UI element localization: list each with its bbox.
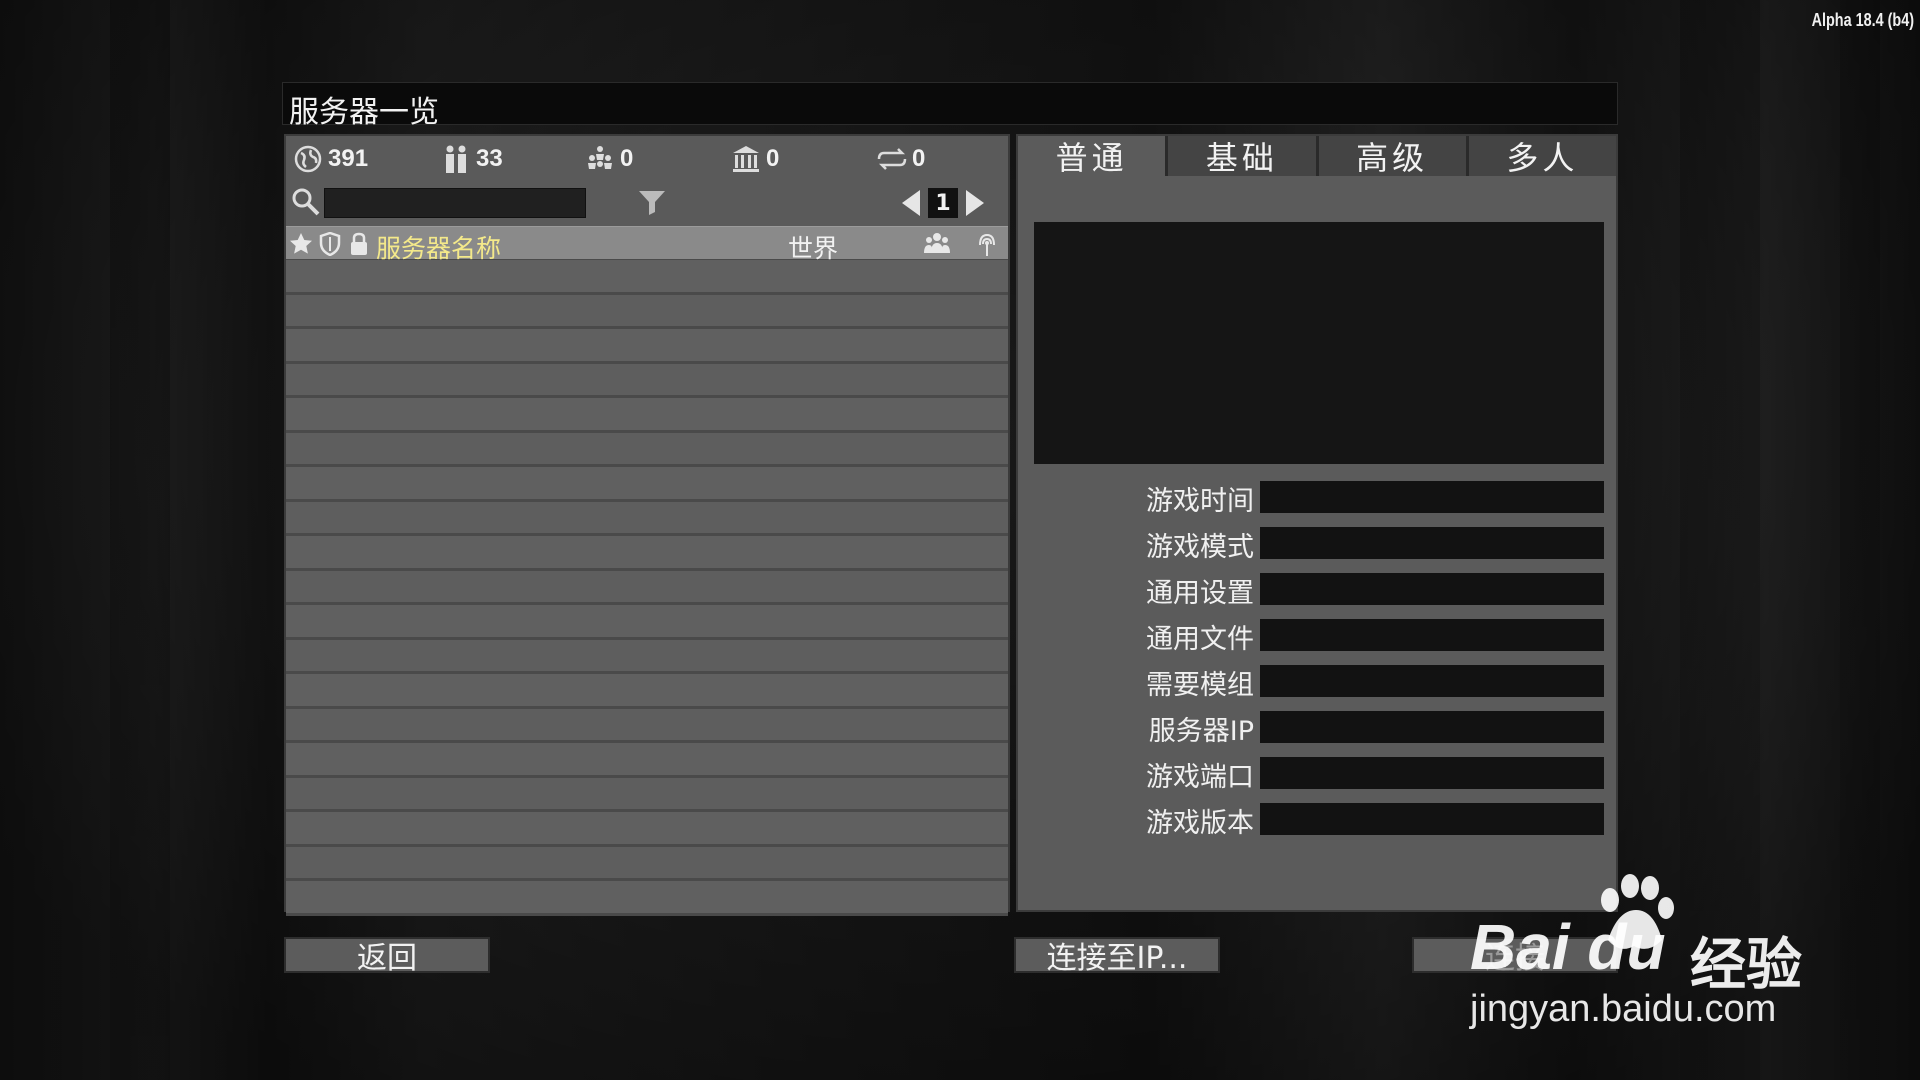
next-page-button[interactable]: [962, 188, 988, 218]
tree-trunk-decoration: [110, 0, 170, 1080]
tab-general[interactable]: 普通: [1018, 136, 1166, 177]
table-row[interactable]: [286, 605, 1008, 640]
table-row[interactable]: [286, 708, 1008, 743]
baidu-brand: Bai du: [1470, 911, 1666, 983]
server-list-panel: 391 33 0 0 0 1 服务器名称 世界: [284, 134, 1010, 916]
stat-value: 391: [328, 145, 369, 172]
info-row-required-mods: 需要模组: [1018, 660, 1616, 706]
baidu-url: jingyan.baidu.com: [1470, 988, 1777, 1030]
info-rows: 游戏时间 游戏模式 通用设置 通用文件 需要模组 服务器IP 游戏端口 游戏版本: [1018, 476, 1616, 844]
info-value: [1260, 711, 1604, 743]
table-row[interactable]: [286, 674, 1008, 709]
info-value: [1260, 573, 1604, 605]
window-title-bar: 服务器一览: [282, 82, 1618, 130]
info-row-game-mode: 游戏模式: [1018, 522, 1616, 568]
tab-multiplayer[interactable]: 多人: [1468, 136, 1616, 177]
table-row[interactable]: [286, 743, 1008, 778]
stat-bank: 0: [730, 144, 779, 174]
transfer-icon: [876, 143, 908, 175]
tab-bar: 普通 基础 高级 多人: [1018, 136, 1616, 177]
info-label: 游戏端口: [1146, 762, 1254, 793]
info-value: [1260, 481, 1604, 513]
info-value: [1260, 527, 1604, 559]
server-preview-image: [1034, 222, 1604, 464]
info-value: [1260, 803, 1604, 835]
info-label: 通用设置: [1146, 578, 1254, 609]
info-value: [1260, 757, 1604, 789]
group-icon: [584, 143, 616, 175]
server-info-panel: 普通 基础 高级 多人 游戏时间 游戏模式 通用设置 通用文件 需要模组 服务器…: [1016, 134, 1618, 912]
search-row: 1: [286, 182, 1008, 222]
table-row[interactable]: [286, 398, 1008, 433]
shield-icon[interactable]: [317, 231, 342, 257]
connect-to-ip-button[interactable]: 连接至IP...: [1014, 937, 1220, 976]
table-row[interactable]: [286, 467, 1008, 502]
stat-value: 0: [620, 145, 634, 172]
table-row[interactable]: [286, 777, 1008, 812]
info-label: 游戏模式: [1146, 532, 1254, 563]
stat-value: 0: [912, 145, 926, 172]
stat-transfer: 0: [876, 144, 925, 174]
info-row-game-port: 游戏端口: [1018, 752, 1616, 798]
table-row[interactable]: [286, 329, 1008, 364]
table-row[interactable]: [286, 881, 1008, 916]
header-icons: [288, 231, 371, 257]
page-number: 1: [928, 188, 958, 218]
search-icon: [290, 186, 322, 218]
table-row[interactable]: [286, 639, 1008, 674]
info-row-game-time: 游戏时间: [1018, 476, 1616, 522]
globe-icon: [292, 143, 324, 175]
tree-trunk-decoration: [1840, 0, 1880, 1080]
search-input[interactable]: [324, 188, 586, 218]
tab-basic[interactable]: 基础: [1168, 136, 1316, 177]
stat-total-servers: 391: [292, 144, 368, 174]
window-title: 服务器一览: [289, 95, 439, 130]
filter-icon[interactable]: [636, 186, 668, 218]
table-row[interactable]: [286, 260, 1008, 295]
stat-value: 33: [476, 145, 503, 172]
pager: 1: [898, 188, 988, 218]
back-button[interactable]: 返回: [284, 937, 490, 976]
info-label: 通用文件: [1146, 624, 1254, 655]
baidu-watermark: Bai du 经验 jingyan.baidu.com: [1470, 870, 1830, 1040]
stat-players: 33: [440, 144, 503, 174]
column-ping-icon[interactable]: [972, 231, 1002, 257]
stats-bar: 391 33 0 0 0: [286, 136, 1008, 182]
table-row[interactable]: [286, 501, 1008, 536]
favorite-star-icon[interactable]: [288, 231, 313, 257]
stat-groups: 0: [584, 144, 633, 174]
players-icon: [440, 143, 472, 175]
info-row-server-ip: 服务器IP: [1018, 706, 1616, 752]
info-row-game-version: 游戏版本: [1018, 798, 1616, 844]
lock-icon[interactable]: [346, 231, 371, 257]
info-label: 游戏版本: [1146, 808, 1254, 839]
table-row[interactable]: [286, 432, 1008, 467]
table-row[interactable]: [286, 294, 1008, 329]
table-row[interactable]: [286, 812, 1008, 847]
table-row[interactable]: [286, 846, 1008, 881]
prev-page-button[interactable]: [898, 188, 924, 218]
tab-advanced[interactable]: 高级: [1318, 136, 1466, 177]
list-header: 服务器名称 世界: [286, 226, 1008, 263]
stat-value: 0: [766, 145, 780, 172]
column-players-icon[interactable]: [922, 231, 952, 257]
table-row[interactable]: [286, 536, 1008, 571]
table-row[interactable]: [286, 363, 1008, 398]
bank-icon: [730, 143, 762, 175]
server-rows: [286, 260, 1008, 916]
table-row[interactable]: [286, 570, 1008, 605]
info-value: [1260, 619, 1604, 651]
info-row-general-files: 通用文件: [1018, 614, 1616, 660]
info-label: 服务器IP: [1148, 716, 1254, 747]
info-value: [1260, 665, 1604, 697]
info-label: 游戏时间: [1146, 486, 1254, 517]
info-label: 需要模组: [1146, 670, 1254, 701]
version-label: Alpha 18.4 (b4): [1811, 10, 1914, 30]
info-row-general-settings: 通用设置: [1018, 568, 1616, 614]
